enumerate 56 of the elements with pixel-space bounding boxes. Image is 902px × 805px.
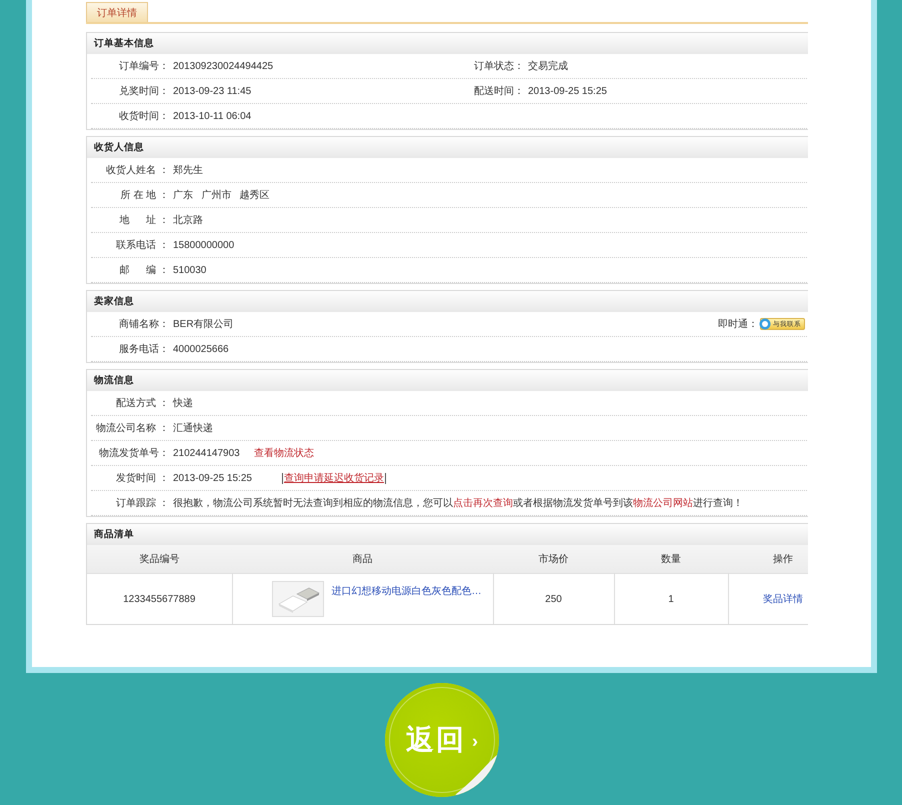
field-value: BER有限公司 xyxy=(173,318,234,331)
field-label: 地 址 ： xyxy=(118,214,169,227)
column-header: 市场价 xyxy=(493,545,614,574)
field-label: 发货时间 ： xyxy=(115,472,169,485)
field-label: 邮 编 ： xyxy=(118,264,169,277)
field-label: 兑奖时间： xyxy=(118,84,169,98)
field-label: 物流公司名称 ： xyxy=(95,422,169,435)
section-title: 收货人信息 xyxy=(87,137,808,158)
field-label: 订单编号： xyxy=(118,60,169,73)
delay-record-link[interactable]: 查询申请延迟收货记录 xyxy=(282,471,386,485)
tab[interactable]: 订单详情 xyxy=(86,2,148,22)
field-value: 2013-10-11 06:04 xyxy=(173,110,252,122)
column-header: 商品 xyxy=(232,545,493,574)
column-header: 数量 xyxy=(614,545,728,574)
column-header: 操作 xyxy=(728,545,808,574)
field-value: 2013-09-25 15:25 xyxy=(528,86,607,96)
field-label: 收货人姓名 ： xyxy=(105,164,169,177)
product-link[interactable]: 进口幻想移动电源白色灰色配色… xyxy=(332,584,482,598)
tracking-message: 很抱歉，物流公司系统暂时无法查询到相应的物流信息，您可以点击再次查询或者根据物流发货单号到该物流公司网站进行查询！ xyxy=(173,496,743,510)
field-value: 2013-09-23 11:45 xyxy=(173,86,252,96)
field-value: 210244147903 xyxy=(173,448,240,458)
table-cell: 250 xyxy=(545,594,562,604)
field-label: 物流发货单号： xyxy=(98,446,169,460)
query-link[interactable]: 点击再次查询 xyxy=(453,498,513,509)
field-label: 商铺名称： xyxy=(118,318,169,331)
query-link[interactable]: 物流公司网站 xyxy=(633,498,693,509)
field-value: 快递 xyxy=(173,396,193,410)
field-label: 服务电话： xyxy=(118,342,169,356)
field-value: 2013-09-25 15:25 xyxy=(173,472,252,484)
details-link[interactable]: 奖品详情 xyxy=(763,594,803,605)
field-label: 配送时间： xyxy=(474,84,524,98)
field-label: 配送方式 ： xyxy=(115,396,169,410)
section-title: 商品清单 xyxy=(87,524,808,545)
field-label: 收货时间： xyxy=(118,110,169,123)
field-value: 4000025666 xyxy=(173,344,229,354)
field-label: 订单状态： xyxy=(474,60,524,73)
field-value: 汇通快递 xyxy=(173,422,213,435)
field-value: 510030 xyxy=(173,264,206,276)
field-value: 交易完成 xyxy=(528,60,568,73)
field-value: 北京路 xyxy=(173,214,203,227)
chat-icon xyxy=(759,318,771,330)
logistics-link[interactable]: 查看物流状态 xyxy=(254,446,314,460)
section-title: 物流信息 xyxy=(87,370,808,391)
table-cell: 1233455677889 xyxy=(123,594,196,604)
field-label: 联系电话 ： xyxy=(115,238,169,252)
table-cell: 1 xyxy=(668,594,674,604)
field-value: 郑先生 xyxy=(173,164,203,177)
field-value: 广东 广州市 越秀区 xyxy=(173,188,270,202)
field-label: 所 在 地 ： xyxy=(120,188,169,202)
field-value: 15800000000 xyxy=(173,240,234,250)
section-title: 卖家信息 xyxy=(87,291,808,312)
column-header: 奖品编号 xyxy=(87,545,232,574)
contact-label: 即时通： xyxy=(718,318,758,331)
field-label: 订单跟踪 ： xyxy=(115,496,169,510)
section-title: 订单基本信息 xyxy=(87,33,808,54)
field-value: 201309230024494425 xyxy=(173,60,274,72)
